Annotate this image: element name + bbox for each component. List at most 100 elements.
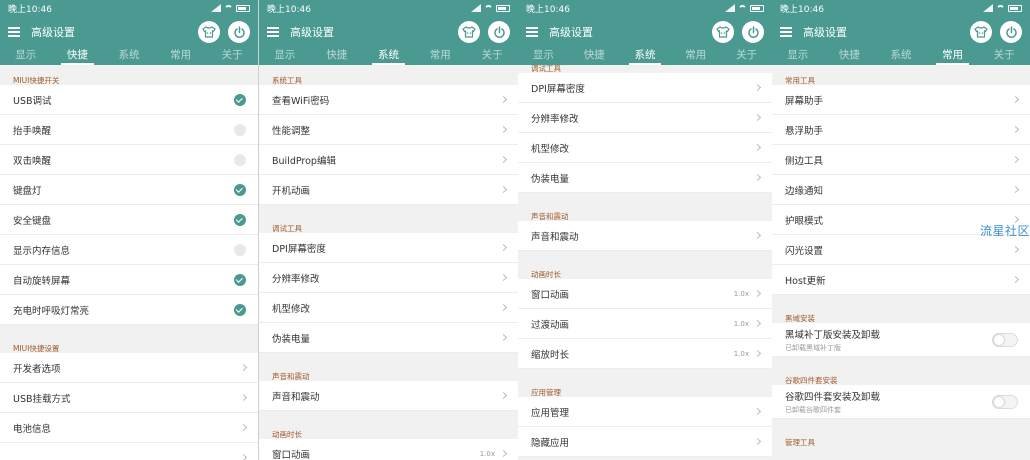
tab-2[interactable]: 系统 — [875, 48, 927, 62]
tab-4[interactable]: 关于 — [721, 48, 772, 62]
checkbox-unchecked[interactable] — [234, 153, 246, 166]
settings-row[interactable]: 屏幕助手 — [772, 85, 1030, 115]
settings-row[interactable]: BuildProp编辑 — [259, 145, 518, 175]
settings-row[interactable]: 边缘通知 — [772, 175, 1030, 205]
menu-icon[interactable] — [780, 27, 792, 37]
row-label: 键盘灯 — [13, 185, 42, 197]
shirt-icon[interactable] — [970, 21, 992, 43]
checkbox-checked[interactable] — [234, 213, 246, 226]
row-label: 过渡动画 — [531, 319, 570, 331]
settings-row[interactable]: 声音和震动 — [518, 221, 772, 251]
settings-list[interactable]: 调试工具 DPI屏幕密度 分辨率修改 机型修改 伪装电量 声音和震动 声音和震动 动画时长 窗口… — [518, 65, 772, 460]
checkbox-unchecked[interactable] — [234, 123, 246, 136]
settings-row[interactable]: 闪光设置 — [772, 235, 1030, 265]
settings-row[interactable]: USB挂载方式 — [0, 383, 258, 413]
settings-row[interactable]: 安全键盘 — [0, 205, 258, 235]
settings-row[interactable]: DPI屏幕密度 — [259, 233, 518, 263]
settings-row[interactable]: 悬浮助手 — [772, 115, 1030, 145]
tab-1[interactable]: 快捷 — [824, 48, 876, 62]
menu-icon[interactable] — [526, 27, 538, 37]
settings-row[interactable] — [0, 443, 258, 460]
settings-row[interactable]: USB调试 — [0, 85, 258, 115]
tab-0[interactable]: 显示 — [772, 48, 824, 62]
tab-2[interactable]: 系统 — [363, 48, 415, 65]
settings-row[interactable]: 谷歌四件套安装及卸载 已卸载谷歌四件套 — [772, 385, 1030, 419]
chevron-right-icon — [239, 453, 248, 460]
settings-list[interactable]: MIUI快捷开关 USB调试 抬手唤醒 双击唤醒 键盘灯 安全键盘 显示内存信息 自动旋转屏幕… — [0, 65, 258, 460]
status-icons — [981, 4, 1022, 12]
toggle-switch[interactable] — [992, 332, 1018, 347]
settings-row[interactable]: 分辨率修改 — [518, 103, 772, 133]
row-label: 伪装电量 — [272, 333, 311, 345]
tab-1[interactable]: 快捷 — [311, 48, 363, 62]
shirt-icon[interactable] — [198, 21, 220, 43]
settings-row[interactable]: 分辨率修改 — [259, 263, 518, 293]
row-label: 侧边工具 — [785, 155, 824, 167]
row-label: 边缘通知 — [785, 185, 824, 197]
settings-row[interactable]: 缩放时长 1.0x — [518, 339, 772, 369]
tab-0[interactable]: 显示 — [259, 48, 311, 62]
settings-row[interactable]: 双击唤醒 — [0, 145, 258, 175]
tab-0[interactable]: 显示 — [0, 48, 52, 62]
settings-row[interactable]: Host更新 — [772, 265, 1030, 295]
settings-row[interactable]: 黑域补丁版安装及卸载 已卸载黑域补丁版 — [772, 323, 1030, 357]
power-icon[interactable] — [1000, 21, 1022, 43]
power-icon[interactable] — [228, 21, 250, 43]
tab-2[interactable]: 系统 — [620, 48, 671, 65]
tab-1[interactable]: 快捷 — [569, 48, 620, 62]
row-label: 应用管理 — [531, 407, 570, 419]
tab-1[interactable]: 快捷 — [52, 48, 104, 65]
settings-row[interactable]: 键盘灯 — [0, 175, 258, 205]
settings-row[interactable]: 窗口动画 1.0x — [518, 279, 772, 309]
settings-row[interactable]: 自动旋转屏幕 — [0, 265, 258, 295]
settings-row[interactable]: 隐藏应用 — [518, 427, 772, 457]
settings-row[interactable]: 查看WiFi密码 — [259, 85, 518, 115]
tab-3[interactable]: 常用 — [670, 48, 721, 62]
settings-row[interactable]: 机型修改 — [518, 133, 772, 163]
chevron-right-icon — [499, 125, 508, 134]
settings-row[interactable]: 过渡动画 1.0x — [518, 309, 772, 339]
power-icon[interactable] — [488, 21, 510, 43]
tab-4[interactable]: 关于 — [466, 48, 518, 62]
tab-3[interactable]: 常用 — [155, 48, 207, 62]
tab-4[interactable]: 关于 — [978, 48, 1030, 62]
tab-2[interactable]: 系统 — [103, 48, 155, 62]
menu-icon[interactable] — [267, 27, 279, 37]
shirt-icon[interactable] — [458, 21, 480, 43]
tab-3[interactable]: 常用 — [927, 48, 979, 65]
menu-icon[interactable] — [8, 27, 20, 37]
tab-0[interactable]: 显示 — [518, 48, 569, 62]
status-bar: 晚上10:46 — [772, 0, 1030, 16]
checkbox-unchecked[interactable] — [234, 243, 246, 256]
settings-row[interactable]: DPI屏幕密度 — [518, 73, 772, 103]
checkbox-checked[interactable] — [234, 93, 246, 106]
tab-4[interactable]: 关于 — [206, 48, 258, 62]
settings-row[interactable]: 开机动画 — [259, 175, 518, 205]
settings-row[interactable]: 机型修改 — [259, 293, 518, 323]
settings-row[interactable]: 侧边工具 — [772, 145, 1030, 175]
checkbox-checked[interactable] — [234, 183, 246, 196]
settings-row[interactable]: 充电时呼吸灯常亮 — [0, 295, 258, 325]
settings-list[interactable]: 常用工具 屏幕助手 悬浮助手 侧边工具 边缘通知 护眼模式 闪光设置 Host更新 黑域安装 黑域… — [772, 65, 1030, 460]
settings-row[interactable]: 伪装电量 — [259, 323, 518, 353]
toggle-switch[interactable] — [992, 394, 1018, 409]
row-label: 查看WiFi密码 — [272, 95, 330, 107]
shirt-icon[interactable] — [712, 21, 734, 43]
row-label: 开机动画 — [272, 185, 311, 197]
settings-row[interactable]: 应用管理 — [518, 397, 772, 427]
section-header: 调试工具 — [259, 213, 518, 233]
settings-row[interactable]: 声音和震动 — [259, 381, 518, 411]
checkbox-checked[interactable] — [234, 273, 246, 286]
settings-row[interactable]: 开发者选项 — [0, 353, 258, 383]
tab-3[interactable]: 常用 — [414, 48, 466, 62]
settings-list[interactable]: 系统工具 查看WiFi密码 性能调整 BuildProp编辑 开机动画 调试工具 DPI屏幕… — [259, 65, 518, 460]
settings-row[interactable]: 性能调整 — [259, 115, 518, 145]
row-label: 抬手唤醒 — [13, 125, 52, 137]
power-icon[interactable] — [742, 21, 764, 43]
settings-row[interactable]: 抬手唤醒 — [0, 115, 258, 145]
settings-row[interactable]: 伪装电量 — [518, 163, 772, 193]
settings-row[interactable]: 显示内存信息 — [0, 235, 258, 265]
checkbox-checked[interactable] — [234, 303, 246, 316]
settings-row[interactable]: 窗口动画 1.0x — [259, 439, 518, 460]
settings-row[interactable]: 电池信息 — [0, 413, 258, 443]
